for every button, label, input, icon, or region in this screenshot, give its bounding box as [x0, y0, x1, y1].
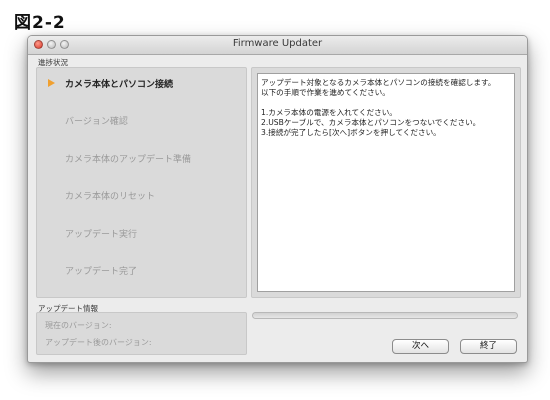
step-camera-pc-connection: カメラ本体とパソコン接続: [37, 77, 246, 93]
step-label: カメラ本体とパソコン接続: [65, 80, 174, 90]
instruction-line: 3.接続が完了したら[次へ]ボタンを押してください。: [261, 128, 441, 137]
firmware-updater-window: Firmware Updater 進捗状況 カメラ本体とパソコン接続 バージョン…: [27, 35, 528, 363]
step-version-check: バージョン確認: [37, 114, 246, 130]
current-version-label: 現在のバージョン:: [45, 321, 112, 330]
step-label: カメラ本体のリセット: [65, 192, 156, 202]
update-progress-bar: [252, 312, 518, 319]
step-run-update: アップデート実行: [37, 227, 246, 243]
step-update-preparation: カメラ本体のアップデート準備: [37, 152, 246, 168]
instructions-text-area[interactable]: アップデート対象となるカメラ本体とパソコンの接続を確認します。 以下の手順で作業…: [257, 73, 515, 292]
step-label: アップデート完了: [65, 267, 138, 277]
window-title: Firmware Updater: [232, 38, 323, 49]
step-label: カメラ本体のアップデート準備: [65, 155, 192, 165]
instruction-line: 以下の手順で作業を進めてください。: [261, 88, 390, 97]
step-camera-reset: カメラ本体のリセット: [37, 189, 246, 205]
title-bar[interactable]: Firmware Updater: [28, 36, 527, 55]
step-update-complete: アップデート完了: [37, 264, 246, 280]
after-update-version-label: アップデート後のバージョン:: [45, 338, 152, 347]
step-label: アップデート実行: [65, 230, 138, 240]
step-label: バージョン確認: [65, 117, 128, 127]
detail-frame: アップデート対象となるカメラ本体とパソコンの接続を確認します。 以下の手順で作業…: [251, 67, 521, 298]
steps-panel: カメラ本体とパソコン接続 バージョン確認 カメラ本体のアップデート準備 カメラ本…: [36, 67, 247, 298]
next-button[interactable]: 次へ: [392, 339, 449, 354]
current-step-arrow-icon: [48, 79, 55, 87]
figure-label: 図2-2: [14, 13, 66, 33]
update-info-panel: 現在のバージョン: アップデート後のバージョン:: [36, 312, 247, 355]
finish-button[interactable]: 終了: [460, 339, 517, 354]
